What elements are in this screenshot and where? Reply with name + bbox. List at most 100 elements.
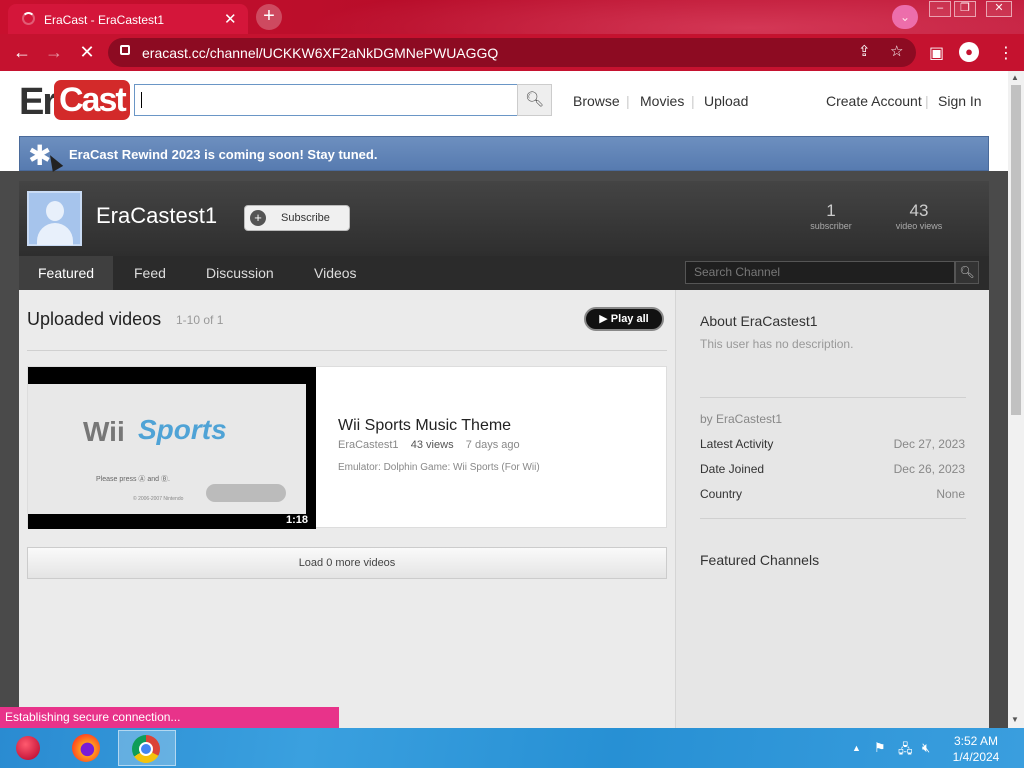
featured-channels-title: Featured Channels <box>700 552 820 568</box>
browser-tab-bar: EraCast - EraCastest1 ✕ + ⌄ – ❐ ✕ <box>0 0 1024 34</box>
subscribe-label: Subscribe <box>281 212 330 224</box>
uploaded-videos-section: Uploaded videos 1-10 of 1 ▶ Play all Wii… <box>19 290 675 728</box>
video-duration: 1:18 <box>286 514 309 526</box>
channel-tabs: Featured Feed Discussion Videos Search C… <box>19 256 989 290</box>
loading-icon <box>22 12 35 25</box>
lock-icon[interactable] <box>120 45 130 55</box>
about-byline: by EraCastest1 <box>700 412 783 426</box>
divider <box>27 350 667 351</box>
scroll-down-icon[interactable]: ▼ <box>1011 715 1019 724</box>
back-arrow-icon[interactable]: ← <box>11 42 33 63</box>
about-description: This user has no description. <box>700 337 854 351</box>
side-panel-icon[interactable]: ▣ <box>929 43 944 63</box>
load-more-button[interactable]: Load 0 more videos <box>27 547 667 579</box>
divider <box>700 397 966 398</box>
web-page: Era Cast 🔍︎ Browse | Movies | Upload Cre… <box>0 71 1008 728</box>
new-tab-button[interactable]: + <box>256 4 282 30</box>
info-label: Latest Activity <box>700 437 774 451</box>
nav-sign-in[interactable]: Sign In <box>938 93 982 109</box>
close-window-button[interactable]: ✕ <box>986 1 1012 17</box>
share-icon[interactable]: ⇪ <box>858 42 871 60</box>
nav-upload[interactable]: Upload <box>704 93 748 109</box>
view-count: 43 video views <box>879 201 959 231</box>
tray-expand-icon[interactable]: ▲ <box>852 743 861 753</box>
address-bar[interactable]: eracast.cc/channel/UCKKW6XF2aNkDGMNePWUA… <box>108 38 916 67</box>
thumb-copyright: © 2006-2007 Nintendo <box>133 496 184 502</box>
plus-icon: + <box>250 210 266 226</box>
play-all-button[interactable]: ▶ Play all <box>584 307 664 331</box>
subscriber-count: 1 subscriber <box>791 201 871 231</box>
clock[interactable]: 3:52 AM 1/4/2024 <box>946 733 1006 765</box>
search-icon: 🔍︎ <box>524 91 545 108</box>
tab-feed[interactable]: Feed <box>115 256 185 290</box>
tab-featured[interactable]: Featured <box>19 256 114 290</box>
restore-button[interactable]: ❐ <box>954 1 976 17</box>
bookmark-star-icon[interactable]: ☆ <box>890 42 903 60</box>
avatar-head <box>46 201 64 221</box>
subscribe-button[interactable]: + Subscribe <box>244 205 350 231</box>
clock-time: 3:52 AM <box>953 734 999 748</box>
video-meta: EraCastest1 43 views 7 days ago <box>338 439 520 451</box>
video-author[interactable]: EraCastest1 <box>338 439 399 451</box>
video-card[interactable]: Wii Sports Please press Ⓐ and Ⓑ. © 2006-… <box>27 366 667 529</box>
info-label: Date Joined <box>700 462 765 476</box>
minimize-button[interactable]: – <box>929 1 951 17</box>
channel-header: EraCastest1 + Subscribe 1 subscriber 43 … <box>19 181 989 256</box>
browser-toolbar: ← → ✕ eracast.cc/channel/UCKKW6XF2aNkDGM… <box>0 34 1024 71</box>
thumb-logo-wii: Wii <box>83 416 125 447</box>
channel-search-input[interactable]: Search Channel <box>685 261 955 284</box>
nav-browse[interactable]: Browse <box>573 93 620 109</box>
subscriber-number: 1 <box>826 201 836 220</box>
profile-icon[interactable]: ● <box>959 42 979 62</box>
info-value: None <box>936 487 965 501</box>
scrollbar-thumb[interactable] <box>1011 85 1021 415</box>
view-number: 43 <box>909 201 929 220</box>
nav-movies[interactable]: Movies <box>640 93 684 109</box>
thumb-press-text: Please press Ⓐ and Ⓑ. <box>96 476 170 483</box>
search-icon: 🔍︎ <box>959 265 975 279</box>
nav-separator: | <box>626 93 630 109</box>
nav-create-account[interactable]: Create Account <box>826 93 922 109</box>
nav-separator: | <box>925 93 929 109</box>
search-button[interactable]: 🔍︎ <box>517 84 552 116</box>
avatar[interactable] <box>27 191 82 246</box>
video-thumbnail[interactable]: Wii Sports Please press Ⓐ and Ⓑ. © 2006-… <box>28 367 316 529</box>
text-caret <box>141 92 142 108</box>
firefox-icon <box>72 734 100 762</box>
start-button[interactable] <box>6 730 46 766</box>
forward-arrow-icon[interactable]: → <box>43 42 65 63</box>
section-title: Uploaded videos <box>27 309 162 329</box>
play-all-label: Play all <box>610 313 649 325</box>
flag-icon[interactable]: ⚑ <box>874 740 886 756</box>
browser-tab[interactable]: EraCast - EraCastest1 ✕ <box>8 4 248 34</box>
about-title: About EraCastest1 <box>700 313 818 329</box>
tab-videos[interactable]: Videos <box>295 256 376 290</box>
wii-remote-icon <box>206 484 286 502</box>
close-tab-icon[interactable]: ✕ <box>224 10 237 28</box>
info-value: Dec 27, 2023 <box>893 437 965 451</box>
tab-search-button[interactable]: ⌄ <box>892 5 918 29</box>
view-label: video views <box>895 221 943 231</box>
video-title[interactable]: Wii Sports Music Theme <box>338 417 511 435</box>
channel-name: EraCastest1 <box>96 203 218 228</box>
status-bar: Establishing secure connection... <box>0 707 339 728</box>
url-text[interactable]: eracast.cc/channel/UCKKW6XF2aNkDGMNePWUA… <box>142 45 498 61</box>
chrome-taskbar-icon[interactable] <box>118 730 176 766</box>
page-scrollbar[interactable]: ▲ ▼ <box>1008 71 1024 728</box>
nav-separator: | <box>691 93 695 109</box>
volume-muted-icon[interactable]: 🔇︎ <box>922 740 930 756</box>
tab-discussion[interactable]: Discussion <box>187 256 293 290</box>
video-views: 43 views <box>410 439 454 451</box>
subscriber-label: subscriber <box>810 221 852 231</box>
channel-search-button[interactable]: 🔍︎ <box>955 261 979 284</box>
menu-dots-icon[interactable]: ⋮ <box>998 43 1014 63</box>
network-icon[interactable]: 🖧︎ <box>898 740 913 762</box>
scroll-up-icon[interactable]: ▲ <box>1011 73 1019 82</box>
announcement-banner: ✱ EraCast Rewind 2023 is coming soon! St… <box>19 136 989 171</box>
firefox-taskbar-icon[interactable] <box>64 730 104 766</box>
banner-message: EraCast Rewind 2023 is coming soon! Stay… <box>69 147 378 162</box>
info-row-date-joined: Date Joined Dec 26, 2023 <box>700 462 966 476</box>
about-sidebar: About EraCastest1 This user has no descr… <box>675 290 989 728</box>
stop-icon[interactable]: ✕ <box>76 42 98 63</box>
site-search-input[interactable] <box>134 84 518 116</box>
